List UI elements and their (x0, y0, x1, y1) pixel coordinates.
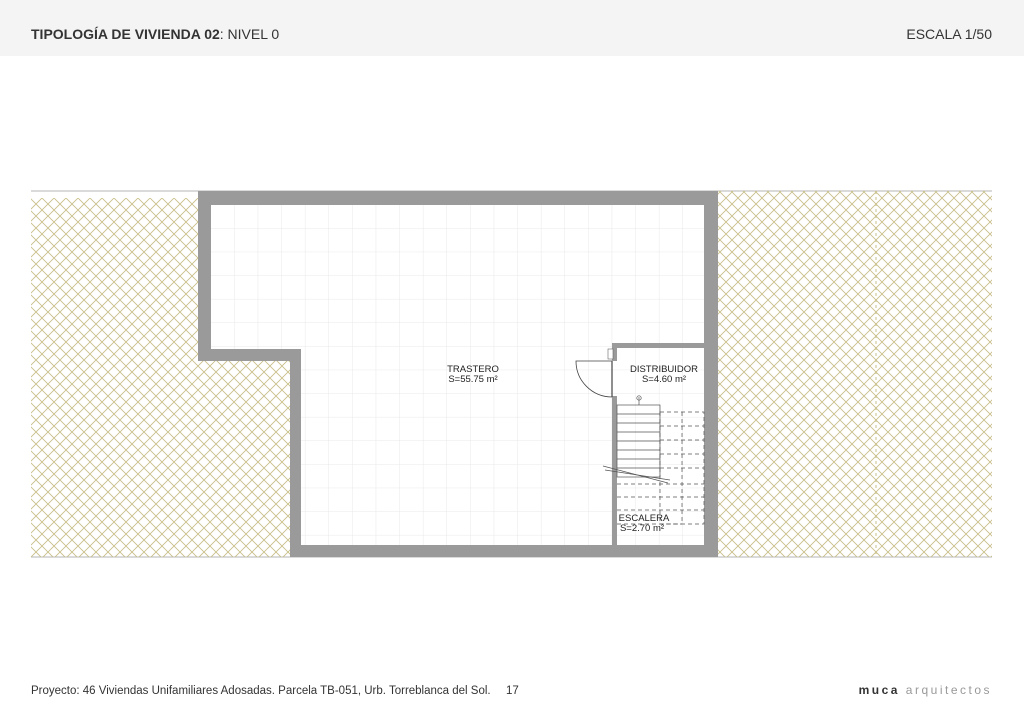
floor-plan: TRASTERO S=55.75 m² DISTRIBUIDOR S=4.60 … (31, 190, 992, 558)
brand-name: muca (858, 683, 900, 697)
wall-partition-lower (612, 396, 617, 545)
brand-logo: muca arquitectos (859, 683, 992, 697)
room-area-escalera: S=2.70 m² (620, 523, 664, 534)
room-area-trastero: S=55.75 m² (448, 374, 497, 385)
door-jamb (607, 348, 614, 360)
page-number: 17 (506, 685, 519, 697)
brand-suffix: arquitectos (905, 683, 992, 697)
room-area-distribuidor: S=4.60 m² (642, 374, 686, 385)
wall-distribuidor-top (612, 343, 704, 348)
terrain-right-hatch (718, 191, 992, 557)
project-caption: Proyecto: 46 Viviendas Unifamiliares Ado… (31, 685, 491, 697)
